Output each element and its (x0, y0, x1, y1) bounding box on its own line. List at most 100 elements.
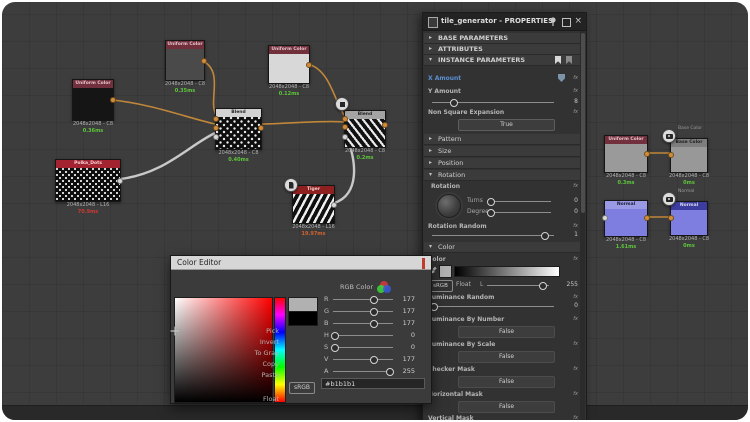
rotation-dial[interactable] (437, 194, 461, 218)
float-button[interactable]: Float (263, 395, 279, 403)
h-slider[interactable] (333, 335, 393, 336)
section-size[interactable]: ▸ Size (424, 146, 581, 157)
input-port[interactable] (342, 116, 348, 122)
luminance-by-number-toggle[interactable]: False (458, 326, 555, 338)
bookmark-outline-icon[interactable] (566, 56, 572, 64)
pick-button[interactable]: Pick (266, 327, 279, 335)
node-uniform-color[interactable]: Uniform Color 2048x2048 - C8 0.3ms (604, 135, 648, 173)
node-thumbnail (605, 144, 647, 172)
input-port[interactable] (213, 134, 219, 140)
function-icon[interactable]: fx (573, 256, 578, 262)
input-port[interactable] (668, 215, 674, 221)
function-icon[interactable]: fx (573, 391, 578, 397)
turns-slider[interactable] (489, 201, 551, 202)
function-icon[interactable]: fx (573, 223, 578, 229)
y-amount-slider[interactable] (432, 102, 554, 103)
node-polka-dots[interactable]: Polka_Dots 2048x2048 - L16 70.9ms (55, 159, 121, 202)
function-icon[interactable]: fx (573, 341, 578, 347)
v-slider[interactable] (333, 359, 393, 360)
panel-titlebar[interactable]: tile_generator - PROPERTIES × (423, 13, 586, 31)
output-port[interactable] (258, 125, 264, 131)
to-gray-button[interactable]: To Gray (255, 349, 279, 357)
function-icon[interactable]: fx (573, 88, 578, 94)
hex-input[interactable]: #b1b1b1 (321, 378, 425, 389)
function-icon[interactable]: fx (573, 415, 578, 420)
function-icon[interactable]: fx (573, 294, 578, 300)
output-port[interactable] (117, 178, 123, 184)
color-editor-title: Color Editor (177, 258, 221, 267)
r-slider[interactable] (333, 299, 393, 300)
panel-scrollbar[interactable] (580, 31, 585, 420)
shield-icon[interactable] (558, 74, 565, 82)
function-icon[interactable]: fx (573, 183, 578, 189)
float-button[interactable]: Float (456, 281, 471, 288)
input-port[interactable] (342, 134, 348, 140)
invert-button[interactable]: Invert (260, 338, 279, 346)
input-port[interactable] (213, 116, 219, 122)
section-instance-parameters[interactable]: ▾ INSTANCE PARAMETERS (424, 55, 581, 66)
s-slider[interactable] (333, 347, 393, 348)
output-port[interactable] (306, 62, 312, 68)
paste-button[interactable]: Paste (261, 371, 279, 379)
node-blend[interactable]: Blend 2048x2048 - C8 0.2ms (344, 110, 386, 148)
color-swatch[interactable] (439, 265, 452, 278)
horizontal-mask-toggle[interactable]: False (458, 401, 555, 413)
function-icon[interactable]: fx (573, 109, 578, 115)
color-editor-titlebar[interactable]: Color Editor (171, 256, 431, 270)
output-usage-badge[interactable] (662, 129, 676, 143)
node-basecolor-output[interactable]: Base Color 2048x2048 - C8 0ms (670, 138, 708, 173)
output-port[interactable] (331, 202, 337, 208)
srgb-button[interactable]: sRGB (289, 382, 315, 394)
output-port[interactable] (644, 215, 650, 221)
function-icon[interactable]: fx (573, 316, 578, 322)
luminance-random-slider[interactable] (432, 306, 554, 307)
picker-cursor[interactable] (171, 327, 180, 336)
output-port[interactable] (110, 97, 116, 103)
degrees-slider[interactable] (489, 212, 551, 213)
node-blend[interactable]: Blend 2048x2048 - C8 0.40ms (215, 108, 262, 150)
section-attributes[interactable]: ▸ ATTRIBUTES (424, 44, 581, 55)
node-uniform-color[interactable]: Uniform Color 2048x2048 - C8 0.36ms (72, 79, 114, 121)
copy-button[interactable]: Copy (263, 360, 280, 368)
view-output-badge[interactable] (335, 97, 349, 111)
output-port[interactable] (382, 122, 388, 128)
l-slider[interactable] (487, 285, 549, 286)
float-window-icon[interactable] (562, 18, 571, 27)
node-uniform-color[interactable]: Uniform Color 2048x2048 - C8 0.35ms (165, 40, 205, 81)
node-normal-output[interactable]: Normal 2048x2048 - C8 0ms (670, 201, 708, 236)
a-slider[interactable] (333, 371, 393, 372)
non-square-expansion-toggle[interactable]: True (458, 119, 555, 131)
function-icon[interactable]: fx (573, 366, 578, 372)
luminance-by-scale-toggle[interactable]: False (458, 351, 555, 363)
input-port[interactable] (668, 152, 674, 158)
node-uniform-color[interactable]: Uniform Color 2048x2048 - C8 0.12ms (268, 45, 310, 84)
function-icon[interactable]: fx (573, 75, 578, 81)
output-port[interactable] (644, 151, 650, 157)
checker-mask-toggle[interactable]: False (458, 376, 555, 388)
input-port[interactable] (213, 125, 219, 131)
section-rotation[interactable]: ▾ Rotation (424, 170, 581, 181)
node-size-label: 2048x2048 - C8 (606, 237, 646, 243)
g-slider[interactable] (333, 311, 393, 312)
section-pattern[interactable]: ▸ Pattern (424, 134, 581, 145)
b-slider[interactable] (333, 323, 393, 324)
luminance-gradient-bar[interactable] (454, 266, 560, 277)
pin-icon[interactable] (548, 16, 558, 27)
bitmap-resource-badge[interactable] (284, 178, 298, 192)
section-color[interactable]: ▾ Color (424, 242, 581, 253)
section-base-parameters[interactable]: ▸ BASE PARAMETERS (424, 33, 581, 44)
bookmark-icon[interactable] (555, 56, 561, 64)
x-amount-label[interactable]: X Amount (428, 75, 461, 82)
scrollbar-thumb[interactable] (581, 33, 585, 213)
output-port[interactable] (201, 58, 207, 64)
input-port[interactable] (342, 124, 348, 130)
color-wheel-icon[interactable] (377, 281, 391, 294)
section-position[interactable]: ▸ Position (424, 158, 581, 169)
rotation-random-slider[interactable] (432, 235, 554, 236)
previous-color-swatch[interactable] (288, 311, 318, 326)
output-usage-badge[interactable] (662, 192, 676, 206)
input-port[interactable] (602, 215, 608, 221)
close-icon[interactable]: × (574, 16, 582, 26)
node-tiger[interactable]: Tiger 2048x2048 - L16 19.97ms (292, 185, 335, 224)
node-normal[interactable]: Normal 2048x2048 - C8 1.61ms (604, 200, 648, 237)
